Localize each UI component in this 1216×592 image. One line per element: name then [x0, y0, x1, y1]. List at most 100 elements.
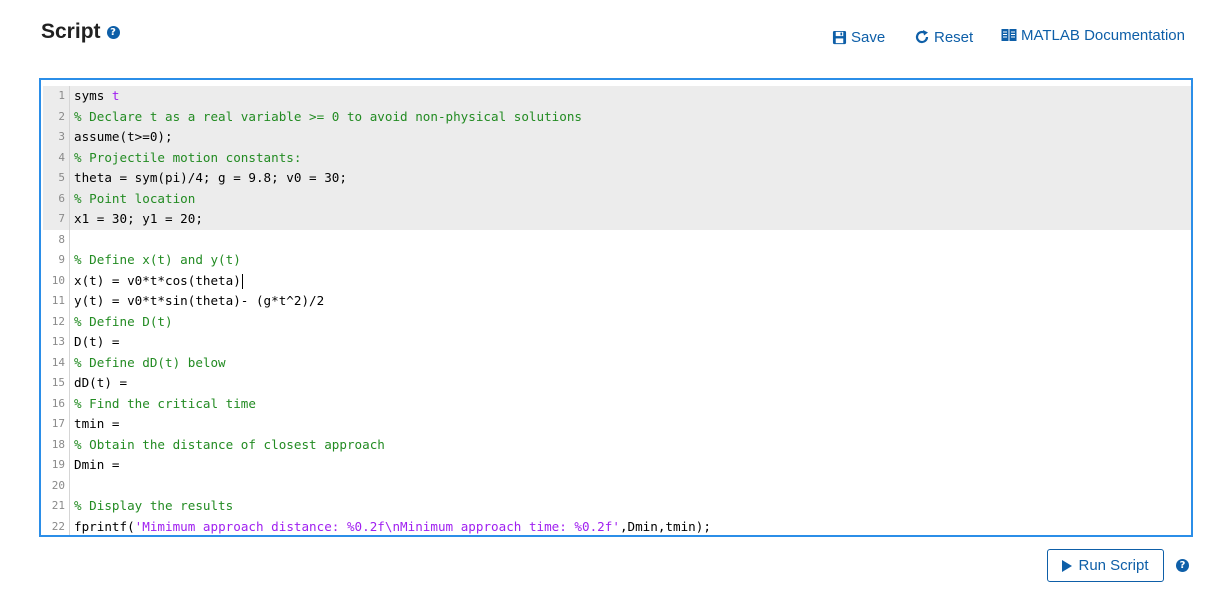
line-number: 15 [43, 373, 70, 394]
code-comment: % Define dD(t) below [70, 353, 226, 374]
reset-button[interactable]: Reset [914, 27, 973, 47]
code-comment: % Declare t as a real variable >= 0 to a… [70, 107, 582, 128]
code-text-segment: x1 = 30; y1 = 20; [74, 211, 203, 226]
line-number: 11 [43, 291, 70, 312]
code-line[interactable]: 16% Find the critical time [43, 393, 1191, 415]
code-line[interactable]: 18% Obtain the distance of closest appro… [43, 434, 1191, 456]
code-line[interactable]: 2% Declare t as a real variable >= 0 to … [43, 106, 1191, 128]
code-text-segment: Dmin = [74, 457, 120, 472]
code-text-segment: % Declare t as a real variable >= 0 to a… [74, 108, 582, 124]
code-line[interactable]: 8 [43, 229, 1191, 250]
run-script-button[interactable]: Run Script [1047, 549, 1164, 582]
code-text-segment: dD(t) = [74, 375, 128, 390]
code-text-segment: % Point location [74, 190, 196, 206]
line-number: 3 [43, 127, 70, 148]
book-icon [1001, 29, 1017, 41]
code-line[interactable]: 5 theta = sym(pi)/4; g = 9.8; v0 = 30; [43, 168, 1191, 189]
code-comment: % Point location [70, 189, 195, 210]
code-line[interactable]: 4% Projectile motion constants: [43, 147, 1191, 168]
line-number: 18 [43, 434, 70, 455]
code-text-segment: x(t) = v0*t*cos(theta) [74, 272, 241, 288]
code-text: dD(t) = [70, 373, 127, 394]
code-comment: % Display the results [70, 496, 233, 517]
code-line[interactable]: 22 fprintf('Mimimum approach distance: %0… [43, 516, 1191, 536]
code-text-segment: D(t) = [74, 334, 120, 349]
code-text-segment: theta = sym(pi)/4; g = 9.8; v0 = 30; [74, 170, 347, 185]
code-text-segment: % Define dD(t) below [74, 354, 226, 370]
code-comment: % Define x(t) and y(t) [70, 250, 241, 271]
reset-icon [915, 30, 929, 44]
code-comment: % Obtain the distance of closest approac… [70, 435, 385, 456]
page-title: Script ? [41, 20, 120, 44]
code-text: tmin = [70, 414, 120, 435]
line-number: 8 [43, 229, 70, 250]
line-number: 2 [43, 106, 70, 127]
save-icon [832, 30, 847, 44]
code-comment: % Define D(t) [70, 312, 173, 333]
code-text-segment: % Projectile motion constants: [74, 149, 302, 165]
code-line[interactable]: 13 D(t) = [43, 332, 1191, 353]
question-circle-icon[interactable]: ? [1176, 559, 1189, 572]
code-text-segment: y(t) = v0*t*sin(theta)- (g*t^2)/2 [74, 293, 325, 308]
line-number: 4 [43, 147, 70, 168]
line-number: 22 [43, 516, 70, 535]
reset-label: Reset [934, 28, 974, 46]
line-number: 16 [43, 393, 70, 414]
code-text-segment: syms [74, 88, 112, 103]
code-text: D(t) = [70, 332, 120, 353]
code-text-segment: % Find the critical time [74, 395, 256, 411]
run-script-label: Run Script [1078, 557, 1149, 574]
line-number: 13 [43, 332, 70, 353]
code-text: x1 = 30; y1 = 20; [70, 209, 203, 230]
line-number: 20 [43, 475, 70, 496]
line-number: 5 [43, 168, 70, 189]
save-button[interactable]: Save [832, 27, 885, 47]
code-line[interactable]: 9 % Define x(t) and y(t) [43, 250, 1191, 271]
code-comment: % Find the critical time [70, 394, 256, 415]
code-text: assume(t>=0); [70, 127, 173, 148]
play-icon [1062, 559, 1073, 572]
code-line[interactable]: 19 Dmin = [43, 455, 1191, 476]
line-number: 17 [43, 414, 70, 435]
code-line[interactable]: 7 x1 = 30; y1 = 20; [43, 209, 1191, 230]
code-line[interactable]: 12% Define D(t) [43, 311, 1191, 333]
editor-lines: 1 syms t 2% Declare t as a real variable >… [43, 86, 1191, 536]
code-text-segment: % Define x(t) and y(t) [74, 252, 241, 267]
code-text: x(t) = v0*t*cos(theta) [70, 271, 243, 292]
documentation-label: MATLAB Documentation [1021, 26, 1185, 44]
line-number: 19 [43, 455, 70, 476]
script-title: Script [41, 20, 101, 43]
text-cursor [241, 273, 243, 289]
code-text: Dmin = [70, 455, 120, 476]
code-line[interactable]: 15 dD(t) = [43, 373, 1191, 394]
line-number: 14 [43, 352, 70, 373]
matlab-documentation-link[interactable]: MATLAB Documentation [1001, 25, 1185, 45]
code-line[interactable]: 10 x(t) = v0*t*cos(theta) [43, 270, 1191, 292]
code-line[interactable]: 11 y(t) = v0*t*sin(theta)- (g*t^2)/2 [43, 291, 1191, 312]
code-editor[interactable]: 1 syms t 2% Declare t as a real variable >… [39, 78, 1193, 537]
code-line[interactable]: 1 syms t [43, 86, 1191, 107]
code-text: theta = sym(pi)/4; g = 9.8; v0 = 30; [70, 168, 347, 189]
question-circle-icon[interactable]: ? [106, 25, 120, 39]
code-text-segment: % Define D(t) [74, 313, 173, 329]
code-line[interactable]: 21 % Display the results [43, 496, 1191, 517]
code-string: 'Mimimum approach distance: %0.2f\nMinim… [134, 518, 620, 534]
code-text: y(t) = v0*t*sin(theta)- (g*t^2)/2 [70, 291, 324, 312]
code-line[interactable]: 14% Define dD(t) below [43, 352, 1191, 374]
code-text-segment: tmin = [74, 416, 120, 431]
code-line[interactable]: 17 tmin = [43, 414, 1191, 435]
code-text: fprintf('Mimimum approach distance: %0.2… [70, 517, 711, 536]
code-text-segment: ,Dmin,tmin); [619, 518, 711, 534]
code-text-segment: % Display the results [74, 498, 234, 513]
code-symbol: t [111, 88, 120, 103]
line-number: 6 [43, 188, 70, 209]
code-line[interactable]: 20 [43, 475, 1191, 496]
line-number: 7 [43, 209, 70, 230]
code-line[interactable]: 6% Point location [43, 188, 1191, 210]
line-number: 9 [43, 250, 70, 271]
code-text-segment: % Obtain the distance of closest approac… [74, 436, 385, 452]
line-number: 12 [43, 311, 70, 332]
code-text-segment: fprintf( [74, 518, 135, 534]
code-text-segment: assume(t>=0); [74, 129, 173, 144]
code-line[interactable]: 3 assume(t>=0); [43, 127, 1191, 148]
